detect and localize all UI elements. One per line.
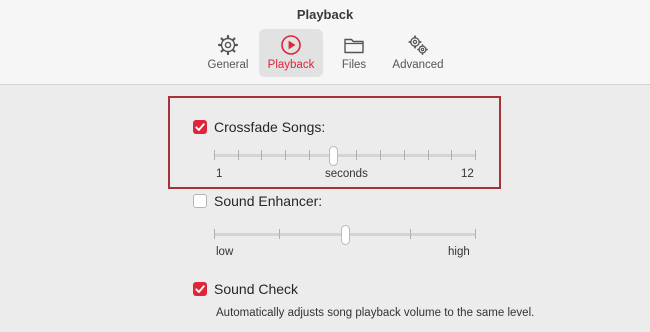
- gear-icon: [217, 34, 239, 56]
- tab-advanced[interactable]: Advanced: [386, 29, 450, 77]
- crossfade-row: Crossfade Songs:: [193, 119, 325, 135]
- sound-check-row: Sound Check: [193, 281, 298, 297]
- sound-enhancer-high-label: high: [448, 246, 470, 258]
- slider-track: [214, 154, 476, 157]
- crossfade-slider[interactable]: [214, 146, 476, 166]
- slider-knob[interactable]: [329, 146, 338, 166]
- slider-tick: [451, 150, 452, 160]
- window-title: Playback: [296, 7, 354, 22]
- tab-general[interactable]: General: [202, 29, 254, 77]
- checkmark-icon: [195, 123, 205, 131]
- slider-tick: [475, 229, 476, 239]
- slider-tick: [279, 229, 280, 239]
- tab-playback[interactable]: Playback: [259, 29, 323, 77]
- slider-tick: [309, 150, 310, 160]
- sound-check-label: Sound Check: [214, 281, 299, 297]
- preferences-toolbar: Playback General Playback Files Advanced: [0, 0, 650, 85]
- gears-icon: [408, 35, 428, 55]
- play-circle-icon: [281, 35, 301, 55]
- slider-tick: [214, 229, 215, 239]
- crossfade-checkbox[interactable]: [193, 120, 207, 134]
- crossfade-label: Crossfade Songs:: [214, 119, 326, 135]
- sound-enhancer-label: Sound Enhancer:: [214, 193, 323, 209]
- slider-tick: [285, 150, 286, 160]
- slider-tick: [356, 150, 357, 160]
- slider-tick: [214, 150, 215, 160]
- sound-enhancer-row: Sound Enhancer:: [193, 193, 322, 209]
- sound-check-description: Automatically adjusts song playback volu…: [216, 307, 535, 319]
- sound-enhancer-slider[interactable]: [214, 225, 476, 245]
- crossfade-max-label: 12: [461, 168, 474, 180]
- crossfade-unit-label: seconds: [325, 168, 368, 180]
- crossfade-min-label: 1: [216, 168, 223, 180]
- sound-check-checkbox[interactable]: [193, 282, 207, 296]
- slider-tick: [238, 150, 239, 160]
- playback-pane: Crossfade Songs: 1 seconds 12 Sound Enha…: [0, 85, 650, 332]
- slider-tick: [428, 150, 429, 160]
- tab-label: Playback: [267, 59, 315, 71]
- slider-tick: [261, 150, 262, 160]
- slider-tick: [475, 150, 476, 160]
- tab-label: Advanced: [392, 59, 444, 71]
- slider-tick: [380, 150, 381, 160]
- tab-files[interactable]: Files: [331, 29, 377, 77]
- sound-enhancer-checkbox[interactable]: [193, 194, 207, 208]
- tab-label: Files: [341, 59, 367, 71]
- slider-tick: [410, 229, 411, 239]
- checkmark-icon: [195, 285, 205, 293]
- sound-enhancer-low-label: low: [216, 246, 234, 258]
- slider-tick: [404, 150, 405, 160]
- slider-knob[interactable]: [341, 225, 350, 245]
- folder-icon: [344, 38, 364, 54]
- tab-label: General: [207, 59, 249, 71]
